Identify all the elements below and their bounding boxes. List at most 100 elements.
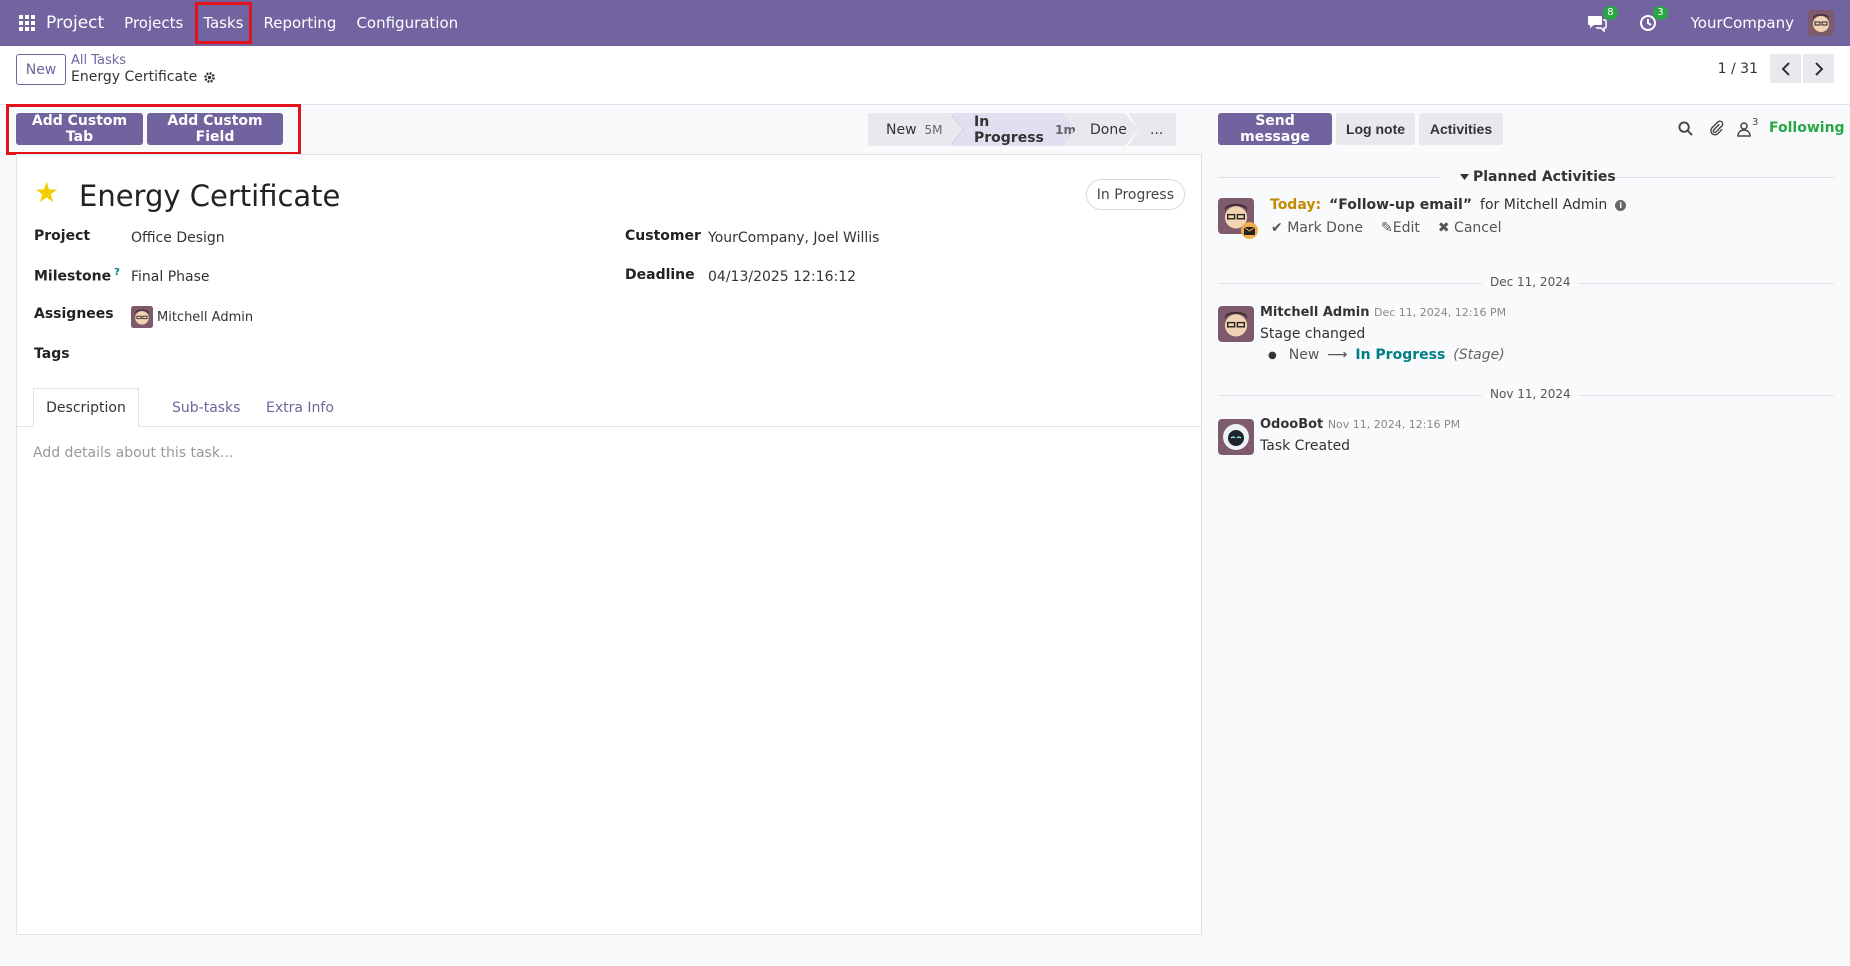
milestone-field[interactable]: Final Phase xyxy=(131,269,210,285)
task-title[interactable]: Energy Certificate xyxy=(79,179,340,213)
mark-done-label: Mark Done xyxy=(1287,220,1363,236)
apps-menu-icon[interactable] xyxy=(19,15,35,31)
priority-star-icon[interactable]: ★ xyxy=(34,179,59,207)
pager-previous-button[interactable] xyxy=(1770,54,1801,83)
pager-next-button[interactable] xyxy=(1803,54,1834,83)
messages-badge: 8 xyxy=(1603,6,1618,20)
customer-label: Customer xyxy=(625,228,701,244)
assignee-name: Mitchell Admin xyxy=(157,309,254,325)
deadline-label: Deadline xyxy=(625,267,695,283)
followers-button[interactable]: 3 xyxy=(1737,117,1758,137)
tracking-change: ● New ⟶ In Progress (Stage) xyxy=(1268,347,1505,363)
pager-value[interactable]: 1 / 31 xyxy=(1718,61,1758,77)
stage-new-label: New xyxy=(886,121,917,138)
edit-label: Edit xyxy=(1392,220,1420,236)
assignees-label: Assignees xyxy=(34,306,114,322)
activity-assignee: for Mitchell Admin xyxy=(1480,197,1608,213)
messages-button[interactable]: 8 xyxy=(1587,6,1618,32)
message-body: Stage changed xyxy=(1260,326,1366,342)
change-field: (Stage) xyxy=(1453,347,1505,363)
followers-count: 3 xyxy=(1752,117,1759,128)
change-old-value: New xyxy=(1288,347,1320,363)
odoobot-avatar xyxy=(1218,419,1254,455)
mark-done-button[interactable]: ✔ Mark Done xyxy=(1271,220,1363,236)
milestone-label-text: Milestone xyxy=(34,268,112,285)
top-navbar: Project Projects Tasks Reporting Configu… xyxy=(0,0,1850,46)
control-panel: New All Tasks Energy Certificate 1 / 31 xyxy=(0,46,1850,105)
assignees-field[interactable]: Mitchell Admin xyxy=(131,306,253,328)
stage-in-progress-label: In Progress xyxy=(974,113,1044,146)
message-time: Dec 11, 2024, 12:16 PM xyxy=(1373,306,1507,319)
pager: 1 / 31 xyxy=(1718,54,1850,83)
menu-projects[interactable]: Projects xyxy=(114,0,193,46)
activities-button[interactable]: 3 xyxy=(1639,6,1668,32)
caret-down-icon xyxy=(1460,174,1469,180)
message-author[interactable]: Mitchell Admin xyxy=(1260,305,1369,320)
paperclip-icon[interactable] xyxy=(1709,120,1724,136)
form-sheet: ★ Energy Certificate In Progress Project… xyxy=(16,154,1202,935)
menu-tasks[interactable]: Tasks xyxy=(193,0,253,46)
gear-icon[interactable] xyxy=(203,71,216,84)
tab-sub-tasks[interactable]: Sub-tasks xyxy=(156,388,256,427)
search-icon[interactable] xyxy=(1678,121,1693,136)
log-note-button[interactable]: Log note xyxy=(1336,113,1415,145)
app-name[interactable]: Project xyxy=(46,13,104,33)
pencil-icon: ✎ xyxy=(1381,220,1393,236)
check-icon: ✔ xyxy=(1271,220,1283,236)
message-avatar xyxy=(1218,306,1254,342)
user-avatar[interactable] xyxy=(1808,10,1834,36)
tags-label: Tags xyxy=(34,346,70,362)
milestone-label: Milestone? xyxy=(34,267,120,285)
deadline-field[interactable]: 04/13/2025 12:16:12 xyxy=(708,269,856,285)
send-message-button[interactable]: Send message xyxy=(1218,113,1332,145)
activities-badge: 3 xyxy=(1653,6,1668,20)
tab-description[interactable]: Description xyxy=(33,388,139,427)
lock-user-icon xyxy=(1737,122,1751,137)
project-field[interactable]: Office Design xyxy=(131,230,225,246)
planned-divider-left xyxy=(1218,177,1440,178)
cancel-label: Cancel xyxy=(1454,220,1502,236)
notebook-tabs: Description Sub-tasks Extra Info xyxy=(17,388,1201,427)
project-label: Project xyxy=(34,228,91,244)
stage-more-label: ... xyxy=(1150,121,1164,138)
message-time-2: Nov 11, 2024, 12:16 PM xyxy=(1327,418,1461,431)
activities-button-chatter[interactable]: Activities xyxy=(1419,113,1503,145)
bullet: ● xyxy=(1268,349,1277,361)
stage-done-label: Done xyxy=(1090,121,1127,138)
change-new-value: In Progress xyxy=(1355,347,1446,363)
breadcrumb-current-label: Energy Certificate xyxy=(71,69,198,85)
message-body-2: Task Created xyxy=(1260,438,1351,454)
tab-extra-info[interactable]: Extra Info xyxy=(250,388,350,427)
stage-in-progress[interactable]: In Progress 1m xyxy=(950,113,1076,146)
date-separator-2: Nov 11, 2024 xyxy=(1482,387,1579,401)
description-editor[interactable]: Add details about this task... xyxy=(33,445,233,461)
message-header: Mitchell Admin Dec 11, 2024, 12:16 PM xyxy=(1260,305,1506,320)
topbar-right: 8 3 YourCompany xyxy=(1587,0,1850,46)
activity-summary: “Follow-up email” xyxy=(1329,197,1473,213)
breadcrumb-all-tasks[interactable]: All Tasks xyxy=(71,53,126,68)
message-author-2[interactable]: OdooBot xyxy=(1260,417,1323,432)
edit-activity-button[interactable]: ✎Edit xyxy=(1381,220,1420,236)
new-button[interactable]: New xyxy=(16,54,66,85)
add-custom-tab-button[interactable]: Add Custom Tab xyxy=(16,113,143,145)
cancel-activity-button[interactable]: ✖ Cancel xyxy=(1438,220,1502,236)
planned-divider-right xyxy=(1612,177,1834,178)
info-icon[interactable]: i xyxy=(1615,199,1627,211)
assignee-avatar xyxy=(131,306,153,328)
activity-actions: ✔ Mark Done ✎Edit ✖ Cancel xyxy=(1271,220,1501,236)
close-icon: ✖ xyxy=(1437,220,1450,236)
company-switcher[interactable]: YourCompany xyxy=(1691,14,1794,32)
add-custom-field-button[interactable]: Add Custom Field xyxy=(147,113,283,145)
following-button[interactable]: Following xyxy=(1769,120,1845,136)
stage-new[interactable]: New 5M xyxy=(868,113,952,146)
planned-activities-toggle[interactable]: Planned Activities xyxy=(1460,169,1616,185)
chevron-left-icon xyxy=(1781,61,1790,76)
arrow-right-icon: ⟶ xyxy=(1327,347,1348,363)
menu-reporting[interactable]: Reporting xyxy=(254,0,347,46)
milestone-help-icon[interactable]: ? xyxy=(114,267,120,278)
menu-configuration[interactable]: Configuration xyxy=(346,0,468,46)
envelope-icon xyxy=(1241,222,1258,239)
date-separator: Dec 11, 2024 xyxy=(1482,275,1579,289)
customer-field[interactable]: YourCompany, Joel Willis xyxy=(708,230,879,246)
status-badge[interactable]: In Progress xyxy=(1085,179,1185,210)
